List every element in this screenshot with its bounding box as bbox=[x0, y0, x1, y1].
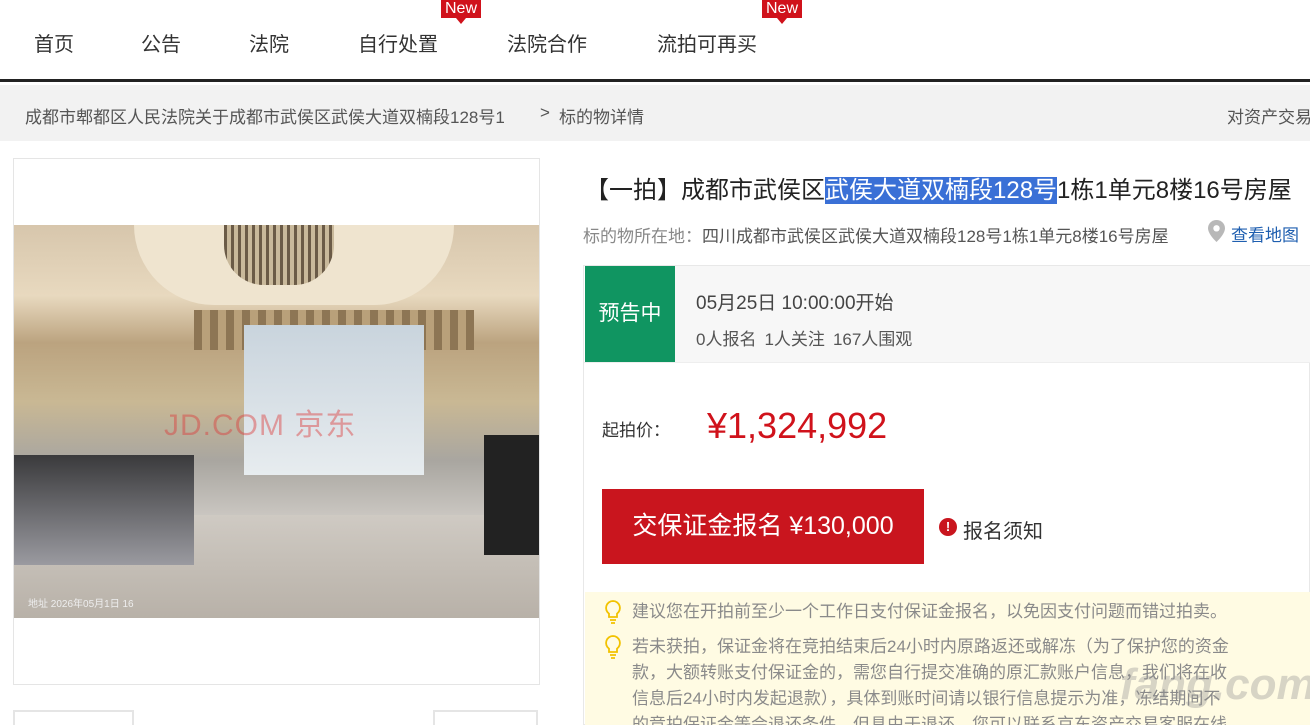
exclamation-icon: ! bbox=[939, 518, 957, 536]
new-badge: New bbox=[441, 0, 482, 24]
auction-stats: 0人报名 1人关注 167人围观 bbox=[696, 325, 920, 350]
lightbulb-icon bbox=[605, 600, 621, 624]
page-title: 【一拍】成都市武侯区武侯大道双楠段128号1栋1单元8楼16号房屋 bbox=[585, 170, 1292, 205]
photo-tv bbox=[484, 435, 539, 555]
nav-item-announcements[interactable]: 公告 bbox=[141, 28, 181, 57]
fang-watermark: fang.com bbox=[1120, 660, 1310, 709]
starting-price-label: 起拍价： bbox=[602, 421, 670, 440]
jd-watermark: JD.COM 京东 bbox=[164, 409, 357, 442]
tip-text: 若未获拍，保证金将在竞拍结束后24小时内原路返还或解冻（为了保护您的资金 bbox=[632, 637, 1229, 656]
map-pin-icon[interactable] bbox=[1208, 220, 1225, 242]
title-suffix: 1栋1单元8楼16号房屋 bbox=[1057, 177, 1292, 204]
photo-bed bbox=[14, 455, 194, 565]
title-prefix: 【一拍】成都市武侯区 bbox=[585, 177, 825, 204]
top-nav: 首页 公告 法院 自行处置 New 法院合作 流拍可再买 New bbox=[0, 0, 1310, 82]
tip-text: 建议您在开拍前至少一个工作日支付保证金报名，以免因支付问题而错过拍卖。 bbox=[632, 602, 1227, 621]
nav-item-rebuy-after-failed[interactable]: 流拍可再买 bbox=[657, 28, 757, 57]
thumbnail-prev[interactable] bbox=[13, 710, 134, 725]
breadcrumb-item-current: 标的物详情 bbox=[559, 108, 644, 127]
breadcrumb-item-announcement[interactable]: 成都市郫都区人民法院关于成都市武侯区武侯大道双楠段128号1 bbox=[25, 103, 505, 128]
follow-count: 1人关注 bbox=[764, 330, 825, 349]
new-badge: New bbox=[762, 0, 803, 24]
breadcrumb: 成都市郫都区人民法院关于成都市武侯区武侯大道双楠段128号1 > 标的物详情 对… bbox=[0, 85, 1310, 141]
breadcrumb-separator: > bbox=[540, 103, 550, 122]
registration-notice-link[interactable]: 报名须知 bbox=[963, 515, 1043, 544]
status-badge: 预告中 bbox=[585, 266, 675, 362]
pay-deposit-register-button[interactable]: 交保证金报名 ¥130,000 bbox=[602, 489, 924, 564]
photo-chandelier bbox=[224, 225, 334, 285]
image-gallery: JD.COM 京东 地址 2026年05月1日 16 bbox=[13, 158, 540, 685]
nav-item-home[interactable]: 首页 bbox=[34, 28, 74, 57]
title-highlighted-selection: 武侯大道双楠段128号 bbox=[825, 177, 1058, 204]
photo-timestamp: 地址 2026年05月1日 16 bbox=[28, 599, 134, 610]
location-line: 标的物所在地：四川成都市武侯区武侯大道双楠段128号1栋1单元8楼16号房屋 bbox=[583, 222, 1169, 247]
view-count: 167人围观 bbox=[832, 330, 913, 349]
property-photo[interactable]: JD.COM 京东 地址 2026年05月1日 16 bbox=[14, 225, 539, 618]
breadcrumb-right-text[interactable]: 对资产交易 bbox=[1227, 103, 1310, 128]
location-value: 四川成都市武侯区武侯大道双楠段128号1栋1单元8楼16号房屋 bbox=[702, 227, 1169, 246]
view-map-link[interactable]: 查看地图 bbox=[1231, 221, 1299, 246]
thumbnail-next[interactable] bbox=[433, 710, 538, 725]
lightbulb-icon bbox=[605, 635, 621, 659]
location-label: 标的物所在地： bbox=[583, 227, 702, 246]
nav-item-self-disposal[interactable]: 自行处置 bbox=[358, 28, 438, 57]
start-time: 05月25日 10:00:00开始 bbox=[696, 293, 894, 314]
starting-price-value: ¥1,324,992 bbox=[707, 405, 888, 446]
nav-item-courts[interactable]: 法院 bbox=[249, 28, 289, 57]
panel-divider bbox=[584, 362, 1310, 363]
tip-text: 的竞拍保证金等会退还条件，但具由于退还，您可以联系京东资产交易客服在线 bbox=[632, 715, 1227, 725]
nav-item-court-cooperation[interactable]: 法院合作 bbox=[507, 28, 587, 57]
signup-count: 0人报名 bbox=[696, 330, 757, 349]
